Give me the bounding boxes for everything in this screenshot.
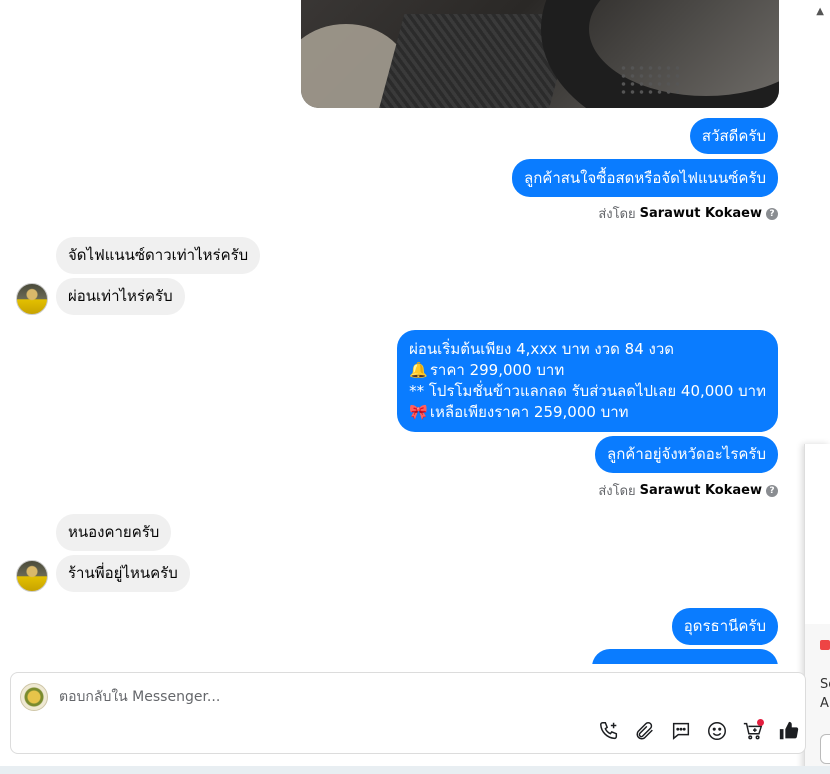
bell-icon: 🔔 xyxy=(409,361,428,379)
sent-by-label: ส่งโดย Sarawut Kokaew ? xyxy=(598,203,778,224)
saved-reply-icon[interactable] xyxy=(669,719,693,743)
sent-by-name: Sarawut Kokaew xyxy=(639,483,762,498)
message-incoming[interactable]: หนองคายครับ xyxy=(56,514,172,551)
help-icon[interactable]: ? xyxy=(766,484,778,497)
promo-line-4: 🎀 เหลือเพียงราคา 259,000 บาท xyxy=(409,402,766,423)
contact-avatar[interactable] xyxy=(16,283,48,315)
message-outgoing[interactable]: สวัสดีครับ xyxy=(689,118,778,154)
message-incoming[interactable]: ผ่อนเท่าไหร่ครับ xyxy=(56,278,185,315)
reply-input[interactable] xyxy=(59,687,759,707)
contact-avatar[interactable] xyxy=(16,560,48,592)
promo-line-4-text: เหลือเพียงราคา 259,000 บาท xyxy=(425,403,629,421)
message-incoming[interactable]: ร้านพี่อยู่ไหนครับ xyxy=(56,555,190,592)
message-outgoing[interactable]: อุดรธานีครับ xyxy=(671,608,778,645)
message-thread: สวัสดีครับ ลูกค้าสนใจซื้อสดหรือจัดไฟแนนซ… xyxy=(0,0,800,664)
promo-line-2: 🔔 ราคา 299,000 บาท xyxy=(409,360,766,381)
like-icon[interactable] xyxy=(777,719,801,743)
cart-icon[interactable] xyxy=(741,719,765,743)
notification-dot xyxy=(757,719,764,726)
reply-composer xyxy=(10,672,806,754)
sent-by-label: ส่งโดย Sarawut Kokaew ? xyxy=(598,480,778,501)
calendar-icon xyxy=(820,640,830,650)
message-outgoing[interactable]: ลูกค้าสนใจซื้อสดหรือจัดไฟแนนซ์ครับ xyxy=(512,159,778,197)
sent-by-prefix: ส่งโดย xyxy=(598,484,636,499)
bottom-strip xyxy=(0,766,830,774)
page-avatar xyxy=(20,683,48,711)
attached-photo[interactable] xyxy=(301,0,779,108)
message-outgoing-partial[interactable] xyxy=(592,649,778,664)
promo-line-2-text: ราคา 299,000 บาท xyxy=(429,361,565,379)
side-panel-button[interactable] xyxy=(820,734,830,764)
message-outgoing-promo[interactable]: ผ่อนเริ่มต้นเพียง 4,xxx บาท งวด 84 งวด 🔔… xyxy=(397,330,778,432)
promo-line-3: ** โปรโมชั่นข้าวแลกลด รับส่วนลดไปเลย 40,… xyxy=(409,382,766,400)
emoji-icon[interactable] xyxy=(705,719,729,743)
message-incoming[interactable]: จัดไฟแนนซ์ดาวเท่าไหร่ครับ xyxy=(56,237,261,274)
side-panel: Se A xyxy=(804,444,830,774)
help-icon[interactable]: ? xyxy=(766,207,778,220)
sent-by-prefix: ส่งโดย xyxy=(598,207,636,222)
ribbon-icon: 🎀 xyxy=(409,403,428,421)
attachment-icon[interactable] xyxy=(633,719,657,743)
scroll-up-arrow-icon[interactable]: ▲ xyxy=(816,6,824,17)
side-panel-text: Se xyxy=(820,677,830,692)
sent-by-name: Sarawut Kokaew xyxy=(639,206,762,221)
composer-toolbar xyxy=(597,719,801,743)
message-outgoing[interactable]: ลูกค้าอยู่จังหวัดอะไรครับ xyxy=(595,436,778,473)
promo-line-1: ผ่อนเริ่มต้นเพียง 4,xxx บาท งวด 84 งวด xyxy=(409,340,675,358)
call-add-icon[interactable] xyxy=(597,719,621,743)
side-panel-text: A xyxy=(820,696,829,711)
